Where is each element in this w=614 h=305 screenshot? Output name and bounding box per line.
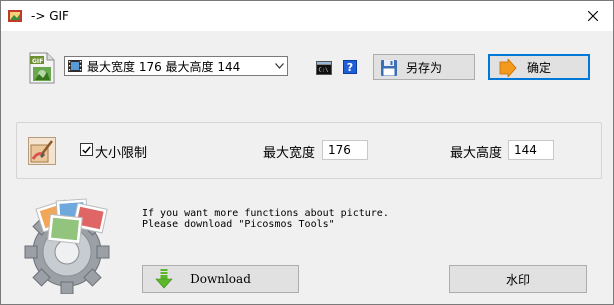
size-limit-checkbox[interactable] [80, 143, 93, 156]
max-height-input[interactable]: 144 [508, 140, 554, 160]
svg-text:C:\: C:\ [319, 68, 329, 74]
main-window: -> GIF GIF 最大宽度 176 最大高度 144 C:\ ? 另存为 确… [0, 0, 614, 305]
watermark-button[interactable]: 水印 [449, 265, 587, 293]
download-button[interactable]: Download [142, 265, 299, 293]
film-icon [68, 60, 82, 72]
save-as-button[interactable]: 另存为 [373, 54, 475, 80]
close-icon [588, 11, 598, 21]
app-icon [8, 10, 22, 22]
help-icon[interactable]: ? [343, 60, 357, 74]
size-limit-label[interactable]: 大小限制 [95, 142, 147, 161]
promo-text: If you want more functions about picture… [142, 208, 389, 230]
orange-arrow-icon [499, 59, 517, 77]
format-preset-value: 最大宽度 176 最大高度 144 [87, 59, 241, 74]
promo-line-1: If you want more functions about picture… [142, 208, 389, 219]
gif-file-icon: GIF [29, 52, 55, 84]
picosmos-gear-logo [24, 198, 110, 294]
title-bar: -> GIF [1, 1, 613, 31]
chevron-down-icon [271, 63, 287, 69]
svg-text:GIF: GIF [32, 58, 43, 65]
promo-line-2: Please download "Picosmos Tools" [142, 219, 335, 230]
watermark-label: 水印 [505, 272, 530, 287]
green-down-arrow-icon [155, 269, 173, 289]
max-width-input[interactable]: 176 [322, 140, 368, 160]
paint-brush-icon [28, 137, 56, 165]
format-preset-select[interactable]: 最大宽度 176 最大高度 144 [64, 56, 288, 76]
command-prompt-icon[interactable]: C:\ [316, 61, 332, 75]
max-height-label: 最大高度 [450, 146, 503, 161]
close-button[interactable] [573, 1, 613, 31]
window-title: -> GIF [31, 9, 69, 23]
floppy-disk-icon [381, 60, 397, 76]
checkmark-icon [82, 145, 91, 154]
max-width-label: 最大宽度 [263, 146, 316, 161]
ok-button[interactable]: 确定 [488, 54, 590, 80]
